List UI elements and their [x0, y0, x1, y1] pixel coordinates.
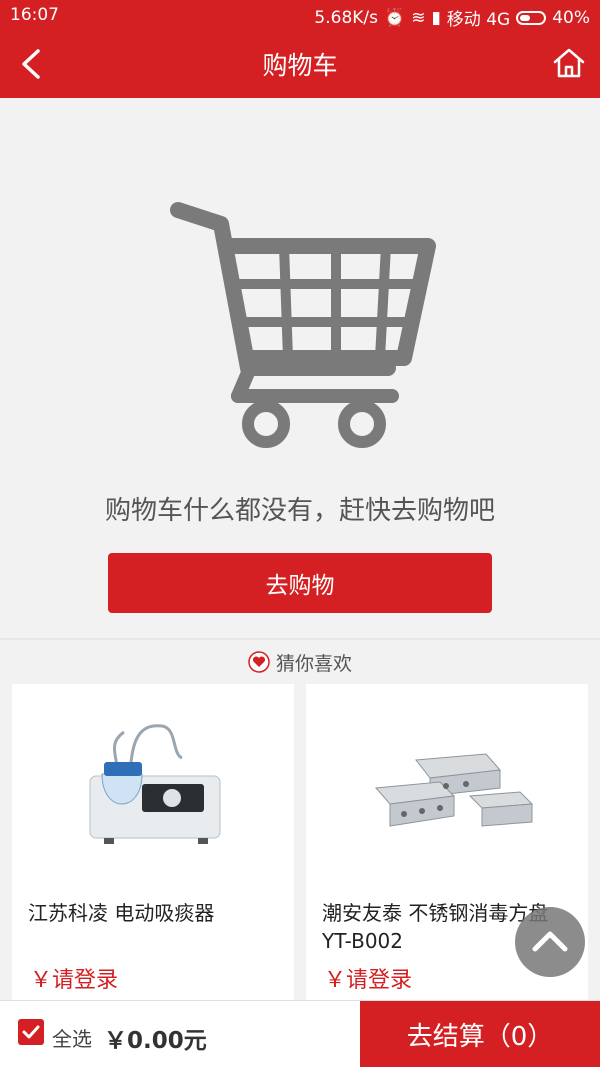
product-price: ￥请登录: [324, 968, 413, 993]
recommend-header: 猜你喜欢: [0, 645, 600, 679]
page-title: 购物车: [262, 51, 338, 80]
signal-icon: ▮: [431, 7, 441, 28]
home-icon[interactable]: [552, 46, 586, 80]
back-to-top-button[interactable]: [515, 907, 585, 977]
section-divider: [0, 638, 600, 640]
chevron-up-icon: [532, 931, 568, 952]
total-price: ￥0.00元: [104, 1028, 207, 1054]
checkout-button[interactable]: 去结算（0）: [360, 1001, 600, 1067]
steel-trays-image: [306, 684, 588, 874]
empty-cart-section: 购物车什么都没有，赶快去购物吧 去购物: [0, 98, 600, 638]
select-all-checkbox[interactable]: [18, 1019, 44, 1045]
cart-bottom-bar: 全选 ￥0.00元 去结算（0）: [0, 1000, 600, 1067]
shopping-cart-icon: [170, 202, 436, 448]
product-name: 江苏科凌 电动吸痰器: [28, 901, 215, 925]
recommend-title: 猜你喜欢: [275, 652, 352, 675]
battery-level: 40%: [552, 7, 590, 28]
wifi-icon: ≋: [411, 7, 426, 28]
status-bar: 16:07 5.68K/s ⏰ ≋ ▮ 移动 4G 40%: [0, 0, 600, 30]
network-speed: 5.68K/s: [314, 7, 379, 28]
empty-cart-message: 购物车什么都没有，赶快去购物吧: [104, 496, 495, 526]
go-shopping-button[interactable]: 去购物: [108, 553, 492, 613]
alarm-icon: ⏰: [384, 7, 406, 28]
check-icon: [22, 1025, 40, 1039]
status-time: 16:07: [10, 5, 59, 25]
battery-icon: [516, 10, 547, 25]
suction-machine-image: [12, 684, 294, 874]
select-all-label[interactable]: 全选: [52, 1023, 92, 1052]
product-card[interactable]: 江苏科凌 电动吸痰器 ￥请登录: [12, 684, 294, 1004]
product-price: ￥请登录: [30, 968, 119, 993]
app-header: 购物车: [0, 30, 600, 98]
heart-icon: [248, 651, 270, 673]
status-right: 5.68K/s ⏰ ≋ ▮ 移动 4G 40%: [314, 5, 590, 31]
carrier: 移动 4G: [446, 10, 511, 30]
